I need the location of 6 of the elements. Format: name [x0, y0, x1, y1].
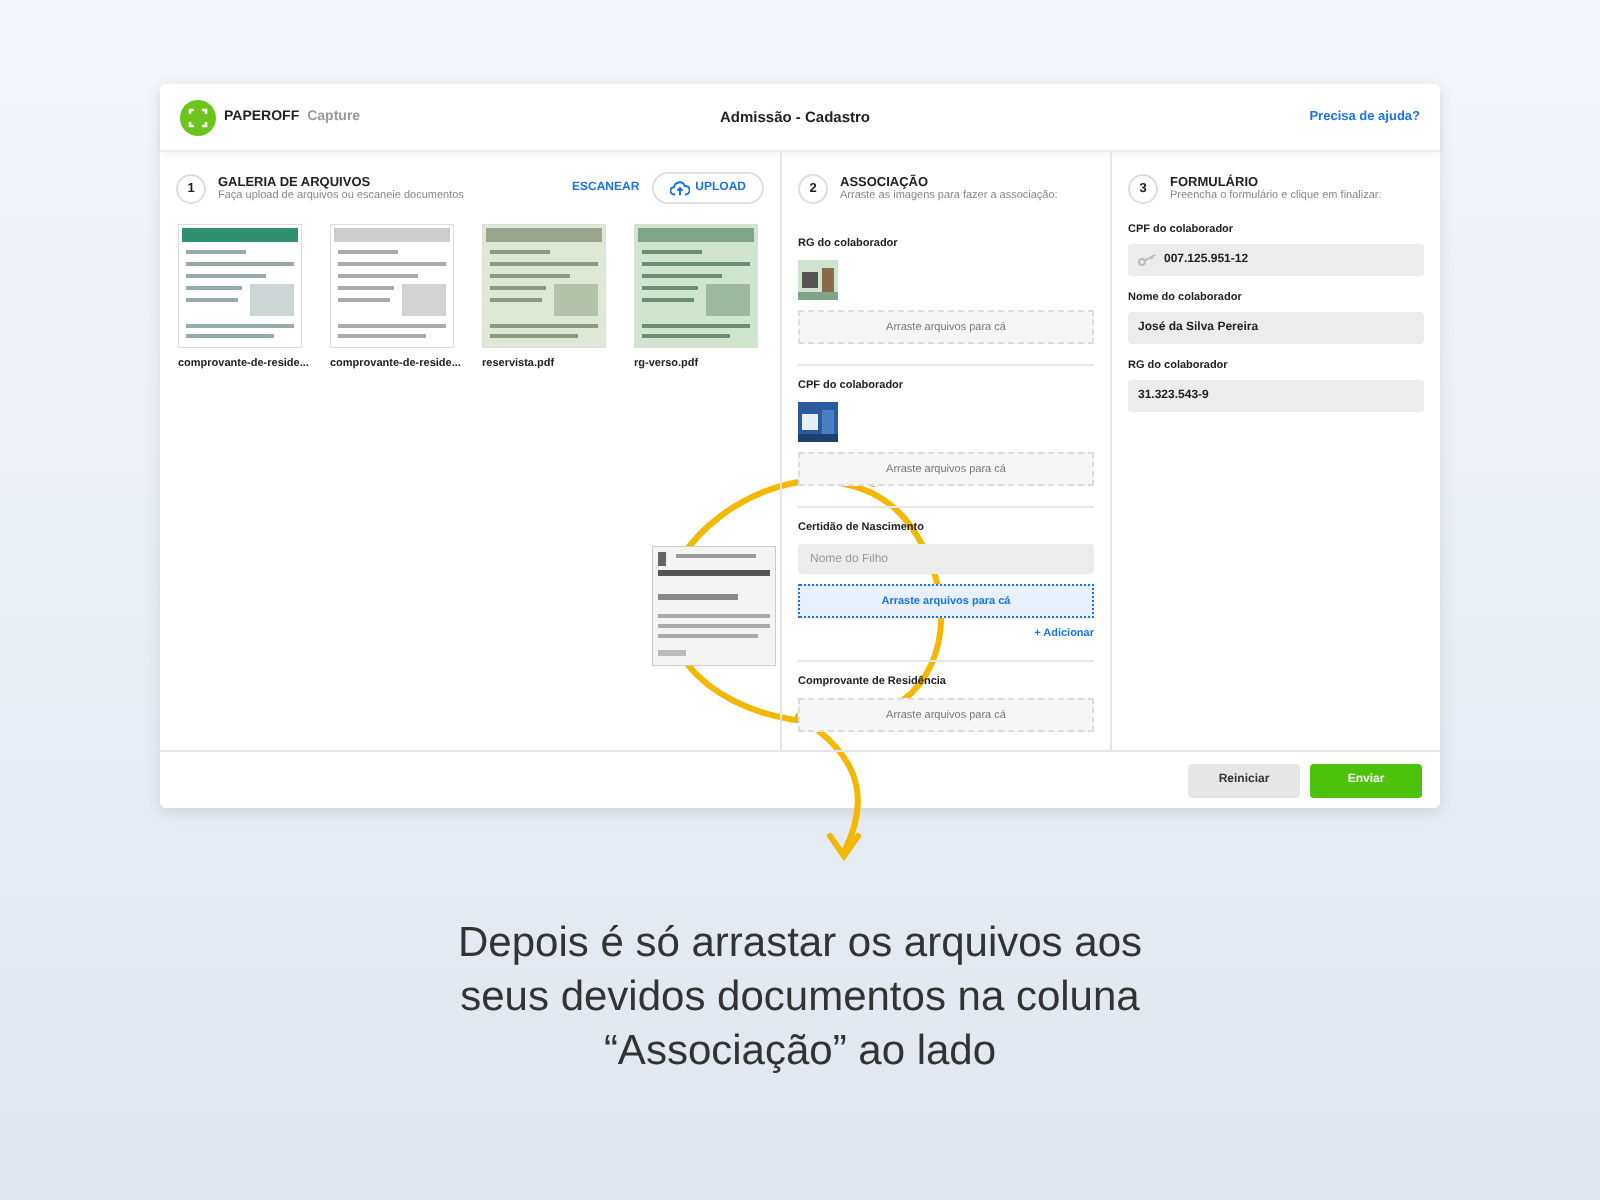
logo-icon	[180, 99, 216, 135]
caption-text: Depois é só arrastar os arquivos aos	[458, 918, 1142, 970]
caption-text: seus devidos documentos na coluna	[460, 972, 1140, 1024]
caption-text: “Associação” ao lado	[603, 1026, 997, 1078]
key-icon	[1138, 254, 1156, 266]
cloud-upload-icon	[669, 180, 690, 196]
